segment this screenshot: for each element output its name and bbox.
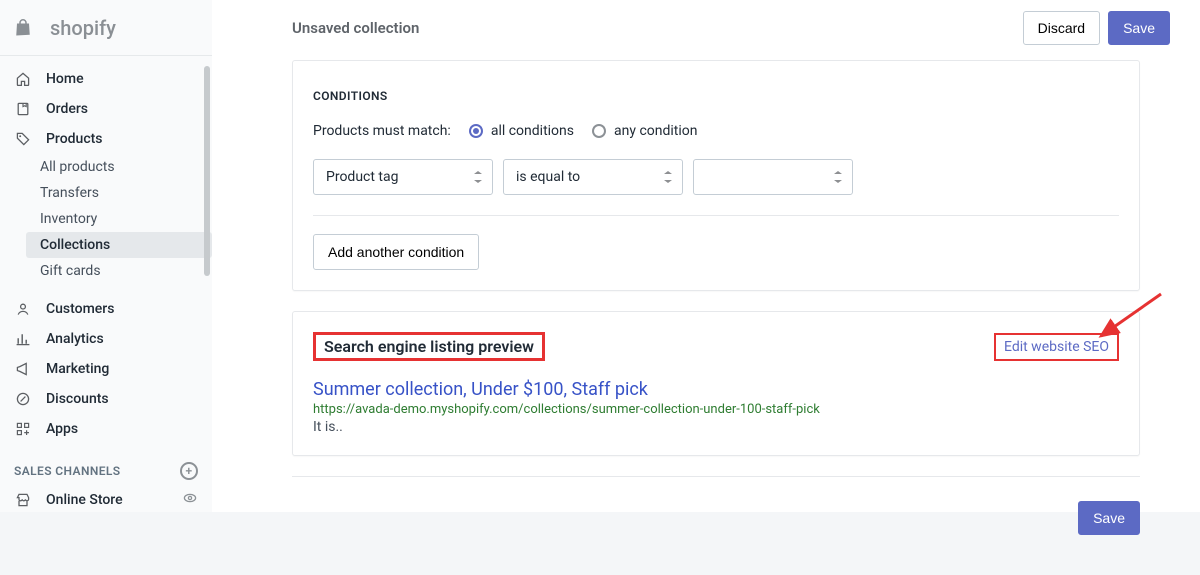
seo-result-description: It is.. [313,419,1119,435]
sidebar-sub-all-products[interactable]: All products [26,154,212,180]
sidebar-sub-collections[interactable]: Collections [26,232,212,258]
sidebar-item-marketing[interactable]: Marketing [0,354,212,384]
divider [313,215,1119,216]
view-store-icon[interactable] [182,490,198,510]
sidebar-item-apps[interactable]: Apps [0,414,212,444]
add-channel-button[interactable]: + [180,462,198,480]
conditions-title: CONDITIONS [313,89,1119,103]
seo-result-title: Summer collection, Under $100, Staff pic… [313,379,1119,400]
sidebar-sub-transfers[interactable]: Transfers [26,180,212,206]
footer-divider [292,476,1140,477]
seo-card: Search engine listing preview Edit websi… [292,311,1140,456]
content-area: Unsaved collection Discard Save CONDITIO… [212,0,1200,512]
save-button[interactable]: Save [1108,11,1170,45]
sidebar-item-home[interactable]: Home [0,64,212,94]
seo-section-title: Search engine listing preview [324,337,534,356]
content-header: Unsaved collection Discard Save [212,0,1200,56]
annotation-arrow-icon [1089,290,1169,350]
page-title: Unsaved collection [292,19,419,37]
condition-operator-select[interactable]: is equal to [503,159,683,195]
home-icon [14,70,32,88]
seo-result-url: https://avada-demo.myshopify.com/collect… [313,402,1119,417]
discard-button[interactable]: Discard [1023,11,1100,45]
discounts-icon [14,390,32,408]
add-condition-button[interactable]: Add another condition [313,234,479,270]
sidebar-item-products[interactable]: Products [0,124,212,154]
brand-name: shopify [50,16,116,40]
condition-field-select[interactable]: Product tag [313,159,493,195]
sidebar-item-online-store[interactable]: Online Store [0,484,212,512]
radio-all-conditions[interactable] [469,124,483,138]
sidebar-item-discounts[interactable]: Discounts [0,384,212,414]
sidebar-sub-gift-cards[interactable]: Gift cards [26,258,212,284]
sidebar-sub-inventory[interactable]: Inventory [26,206,212,232]
radio-any-label: any condition [614,123,698,139]
orders-icon [14,100,32,118]
sidebar-item-orders[interactable]: Orders [0,94,212,124]
seo-title-highlight: Search engine listing preview [313,332,545,361]
online-store-icon [14,491,32,509]
apps-icon [14,420,32,438]
customers-icon [14,300,32,318]
sidebar: Home Orders Products All products Transf… [0,56,212,512]
match-label: Products must match: [313,123,451,139]
sidebar-item-analytics[interactable]: Analytics [0,324,212,354]
radio-all-label: all conditions [491,123,574,139]
products-icon [14,130,32,148]
radio-any-condition[interactable] [592,124,606,138]
sidebar-scrollbar[interactable] [202,66,212,512]
sales-channels-header: SALES CHANNELS + [0,452,212,484]
marketing-icon [14,360,32,378]
sidebar-item-customers[interactable]: Customers [0,294,212,324]
condition-value-input[interactable] [693,159,853,195]
brand-logo[interactable]: shopify [0,16,212,40]
footer-save-button[interactable]: Save [1078,501,1140,535]
analytics-icon [14,330,32,348]
shopify-bag-icon [14,19,32,37]
conditions-card: CONDITIONS Products must match: all cond… [292,60,1140,291]
